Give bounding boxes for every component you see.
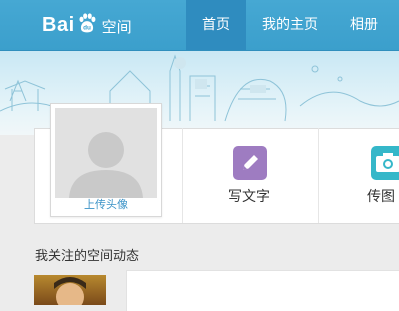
feed-user-avatar[interactable] <box>34 275 106 305</box>
write-text-button[interactable]: 写文字 <box>183 128 318 222</box>
logo-text-space: 空间 <box>101 17 132 36</box>
upload-photo-button[interactable]: 传图 <box>319 128 399 222</box>
pencil-icon <box>233 146 267 184</box>
user-photo-icon <box>54 277 86 305</box>
nav-item-my-homepage[interactable]: 我的主页 <box>246 0 334 50</box>
upload-photo-label: 传图 <box>367 189 395 205</box>
feed-item-panel <box>126 270 399 311</box>
upload-avatar-link[interactable]: 上传头像 <box>51 196 161 212</box>
default-user-silhouette-icon <box>69 132 143 198</box>
avatar[interactable] <box>55 108 157 198</box>
nav-item-albums[interactable]: 相册 <box>334 0 394 50</box>
logo-text-bai: Bai <box>42 13 75 36</box>
main-nav: 首页 我的主页 相册 <box>186 0 394 50</box>
top-navigation-bar: Bai du du 空间 首页 我的主页 相册 <box>0 0 399 51</box>
camera-icon <box>371 146 399 184</box>
paw-icon: du <box>79 13 96 33</box>
write-text-label: 写文字 <box>228 189 270 205</box>
baidu-space-logo[interactable]: Bai du du 空间 <box>42 12 132 38</box>
avatar-panel: 上传头像 <box>50 103 162 217</box>
following-feed-title: 我关注的空间动态 <box>35 249 140 264</box>
nav-item-home[interactable]: 首页 <box>186 0 246 50</box>
logo-du-text: du <box>83 24 91 31</box>
